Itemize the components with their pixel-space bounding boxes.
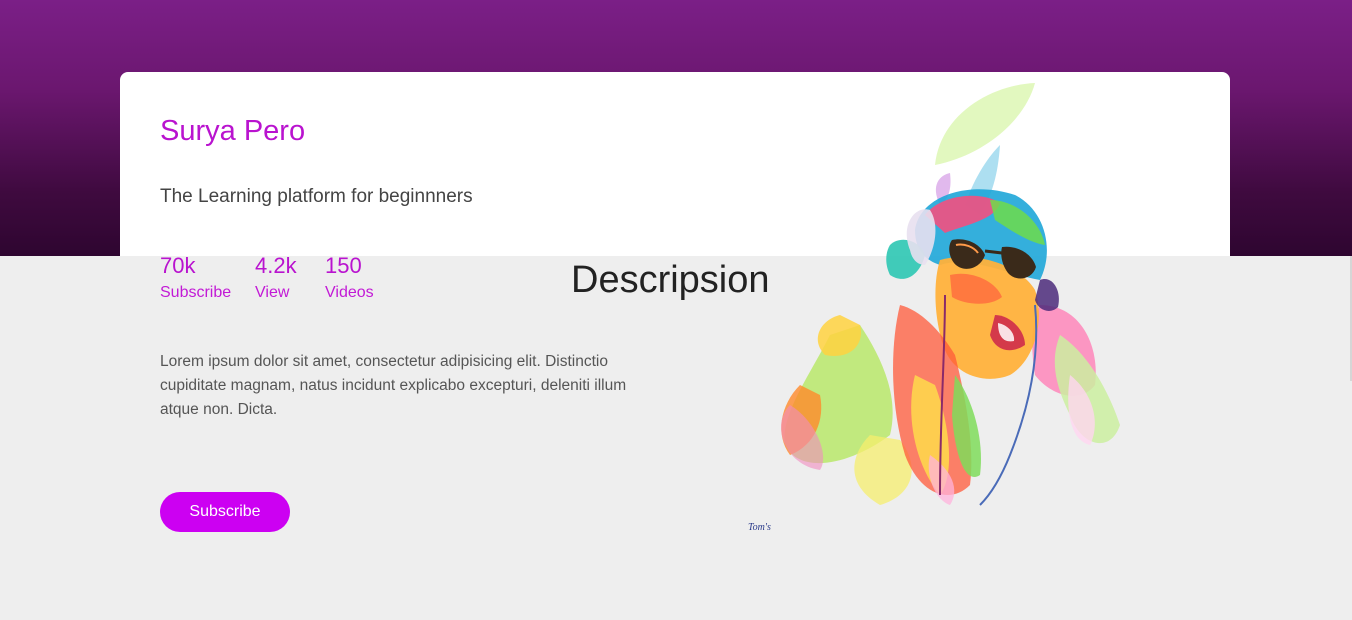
- stat-label: Videos: [325, 284, 374, 301]
- stat-subscribe[interactable]: 70k Subscribe: [160, 252, 231, 303]
- profile-tagline: The Learning platform for beginnners: [160, 186, 473, 207]
- stat-label: Subscribe: [160, 284, 232, 301]
- subscribe-button[interactable]: Subscribe: [160, 492, 290, 532]
- stat-value: 70k: [160, 253, 196, 278]
- stat-value: 150: [325, 253, 362, 278]
- page: Surya Pero The Learning platform for beg…: [0, 0, 1352, 620]
- artist-signature: Tom's: [748, 522, 771, 533]
- description-text: Lorem ipsum dolor sit amet, consectetur …: [160, 353, 627, 418]
- stat-label: View: [255, 284, 290, 301]
- stat-view[interactable]: 4.2k View: [255, 252, 297, 303]
- stat-value: 4.2k: [255, 253, 297, 278]
- stat-videos[interactable]: 150 Videos: [325, 252, 374, 303]
- profile-name: Surya Pero: [160, 115, 306, 147]
- profile-artwork-image: Tom's: [748, 83, 1120, 533]
